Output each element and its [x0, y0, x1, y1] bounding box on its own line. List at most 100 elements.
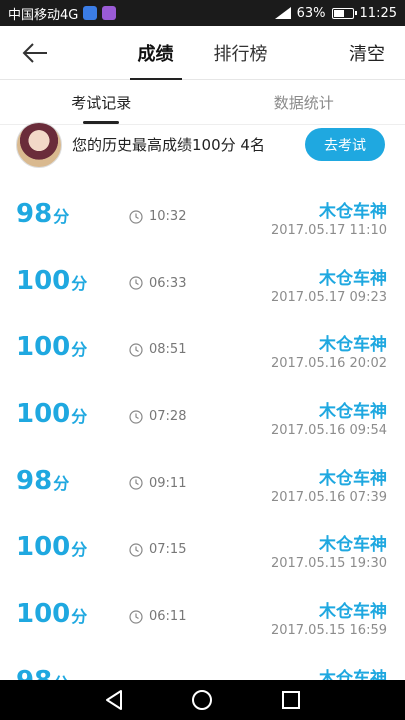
score-unit: 分 — [53, 473, 70, 493]
score-value: 100 — [16, 332, 71, 363]
record-date: 2017.05.17 11:10 — [270, 223, 387, 238]
score: 100 分 — [16, 399, 87, 429]
nickname: 木仓车神 — [319, 202, 387, 222]
score-unit: 分 — [71, 340, 88, 360]
nav-recent-button[interactable] — [276, 685, 306, 715]
status-left: 中国移动4G — [8, 4, 117, 23]
list-item[interactable]: 100 分 07:28 木仓车神 2017.05.16 09:54 — [0, 383, 405, 450]
top-header: 成绩 排行榜 清空 — [0, 26, 405, 80]
score-value: 98 — [16, 199, 53, 229]
clock-icon — [129, 543, 143, 557]
duration: 06:11 — [129, 609, 186, 624]
battery-icon — [331, 7, 357, 19]
nickname: 木仓车神 — [319, 335, 387, 356]
take-exam-button[interactable]: 去考试 — [305, 128, 385, 161]
clock-icon — [129, 276, 143, 290]
nickname: 木仓车神 — [319, 468, 387, 489]
list-item[interactable]: 98 分 10:32 木仓车神 2017.05.17 11:10 — [0, 183, 405, 250]
avatar[interactable] — [16, 122, 62, 168]
subtab-label: 数据统计 — [273, 94, 334, 112]
status-right: 63% 11:25 — [274, 5, 397, 21]
clear-button[interactable]: 清空 — [349, 26, 385, 80]
record-date: 2017.05.15 19:30 — [270, 556, 387, 572]
tab-exam-records[interactable]: 考试记录 — [0, 81, 203, 124]
clock-icon — [129, 610, 143, 624]
list-item[interactable]: 100 分 06:33 木仓车神 2017.05.17 09:23 — [0, 250, 405, 317]
clock-icon — [129, 409, 143, 424]
app-notification-icon — [102, 6, 117, 20]
app-notification-icon — [83, 6, 98, 20]
list-item[interactable]: 100 分 06:11 木仓车神 2017.05.15 16:59 — [0, 583, 405, 650]
tab-scores[interactable]: 成绩 — [129, 26, 182, 80]
battery-percent: 63% — [296, 5, 326, 21]
score-value: 100 — [16, 599, 71, 630]
clock-icon — [129, 209, 143, 224]
subtab-label: 考试记录 — [71, 94, 132, 112]
main-tabs: 成绩 排行榜 — [0, 26, 405, 80]
carrier-label: 中国移动4G — [8, 7, 79, 23]
duration-text: 10:32 — [149, 209, 187, 224]
score-unit: 分 — [71, 540, 88, 560]
nickname: 木仓车神 — [319, 668, 387, 680]
duration-text: 08:51 — [149, 342, 187, 358]
list-item[interactable]: 98 分 木仓车神 — [0, 650, 405, 680]
nav-home-button[interactable] — [187, 685, 217, 715]
duration: 07:28 — [129, 409, 186, 424]
list-item[interactable]: 98 分 09:11 木仓车神 2017.05.16 07:39 — [0, 450, 405, 517]
exam-record-list: 98 分 10:32 木仓车神 2017.05.17 11:10 100 分 0… — [0, 183, 405, 680]
duration-text: 07:15 — [149, 542, 187, 558]
duration: 09:11 — [129, 476, 186, 491]
duration-text: 09:11 — [149, 475, 187, 491]
list-item[interactable]: 100 分 07:15 木仓车神 2017.05.15 19:30 — [0, 516, 405, 583]
score: 100 分 — [16, 266, 87, 296]
clock-icon — [129, 343, 143, 357]
circle-home-icon — [192, 690, 213, 710]
duration: 08:51 — [129, 342, 186, 357]
tab-leaderboard[interactable]: 排行榜 — [206, 26, 276, 80]
score-unit: 分 — [71, 607, 88, 627]
duration: 06:33 — [129, 276, 186, 291]
score: 100 分 — [16, 532, 87, 562]
record-date: 2017.05.16 09:54 — [270, 423, 387, 439]
duration: 07:15 — [129, 542, 186, 557]
duration: 10:32 — [129, 209, 186, 224]
record-date: 2017.05.15 16:59 — [270, 623, 387, 639]
best-score-banner: 您的历史最高成绩100分 4名 去考试 — [0, 122, 405, 170]
triangle-back-icon — [106, 690, 123, 710]
duration-text: 07:28 — [149, 409, 187, 425]
tab-label: 成绩 — [137, 44, 174, 65]
score-value: 100 — [16, 265, 71, 296]
list-item[interactable]: 100 分 08:51 木仓车神 2017.05.16 20:02 — [0, 316, 405, 383]
sub-tabs: 考试记录 数据统计 — [0, 81, 405, 125]
record-date: 2017.05.16 07:39 — [270, 489, 387, 505]
tab-label: 排行榜 — [213, 44, 268, 65]
score: 98 分 — [16, 666, 69, 680]
battery-fill — [333, 9, 345, 17]
score-value: 100 — [16, 532, 71, 563]
clock-time: 11:25 — [359, 5, 397, 21]
record-date: 2017.05.17 09:23 — [270, 289, 387, 305]
score: 98 分 — [16, 466, 69, 496]
record-date: 2017.05.16 20:02 — [270, 356, 387, 372]
nickname: 木仓车神 — [319, 602, 387, 623]
nickname: 木仓车神 — [319, 268, 387, 289]
score: 98 分 — [16, 199, 69, 229]
duration-text: 06:11 — [149, 609, 187, 625]
score-unit: 分 — [53, 207, 70, 226]
status-bar: 中国移动4G 63% 11:25 — [0, 0, 405, 26]
signal-icon — [274, 7, 291, 19]
score: 100 分 — [16, 599, 87, 629]
active-tab-indicator — [83, 121, 120, 124]
best-score-text: 您的历史最高成绩100分 4名 — [72, 136, 265, 154]
nickname: 木仓车神 — [319, 535, 387, 556]
square-recent-icon — [281, 691, 300, 709]
score-unit: 分 — [71, 273, 88, 293]
tab-data-statistics[interactable]: 数据统计 — [203, 81, 405, 124]
system-nav-bar — [0, 680, 405, 720]
nav-back-button[interactable] — [99, 685, 129, 715]
nickname: 木仓车神 — [319, 402, 387, 423]
score-value: 98 — [16, 465, 53, 496]
score-unit: 分 — [71, 407, 88, 427]
score-value: 100 — [16, 399, 71, 430]
clock-icon — [129, 476, 143, 490]
